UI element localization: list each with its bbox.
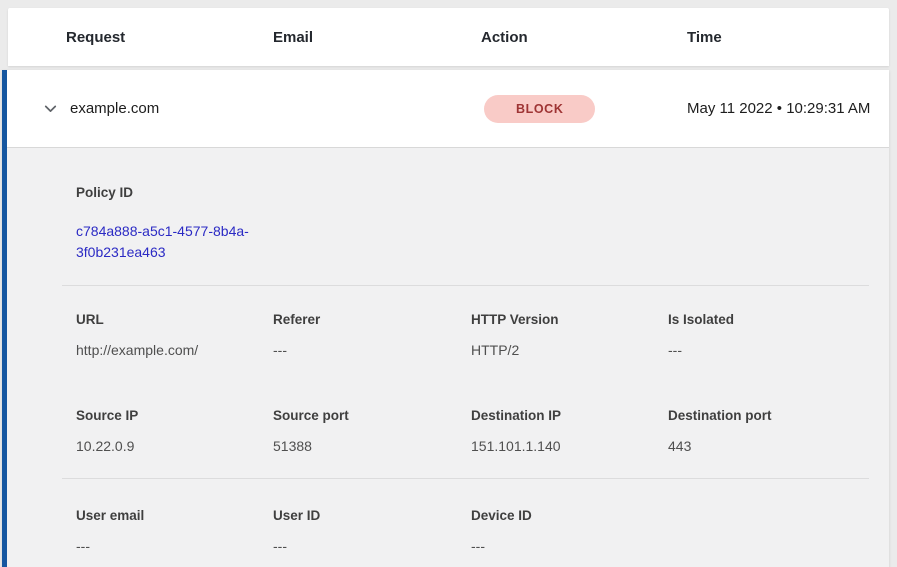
column-header-email: Email xyxy=(273,29,481,46)
network-details-row: Source IP 10.22.0.9 Source port 51388 De… xyxy=(62,408,869,455)
field-http-version: HTTP Version HTTP/2 xyxy=(471,312,668,359)
field-label: Referer xyxy=(273,312,471,328)
field-label: Source port xyxy=(273,408,471,424)
column-header-action: Action xyxy=(481,29,687,46)
timestamp: May 11 2022 • 10:29:31 AM xyxy=(682,97,889,120)
request-domain: example.com xyxy=(70,100,270,117)
field-value: --- xyxy=(273,342,471,359)
expanded-log-entry: example.com BLOCK May 11 2022 • 10:29:31… xyxy=(2,70,889,567)
field-label: Is Isolated xyxy=(668,312,869,328)
policy-id-section: Policy ID c784a888-a5c1-4577-8b4a-3f0b23… xyxy=(62,185,869,263)
field-value: 10.22.0.9 xyxy=(76,438,273,455)
log-table-header: Request Email Action Time xyxy=(8,8,889,66)
field-value: --- xyxy=(76,538,273,555)
field-is-isolated: Is Isolated --- xyxy=(668,312,869,359)
log-detail-panel: Policy ID c784a888-a5c1-4577-8b4a-3f0b23… xyxy=(7,148,889,567)
field-value: --- xyxy=(273,538,471,555)
field-label: URL xyxy=(76,312,273,328)
field-label: HTTP Version xyxy=(471,312,668,328)
policy-id-link[interactable]: c784a888-a5c1-4577-8b4a-3f0b231ea463 xyxy=(76,221,276,263)
status-badge-block: BLOCK xyxy=(484,95,595,123)
field-user-email: User email --- xyxy=(76,508,273,555)
field-value: HTTP/2 xyxy=(471,342,668,359)
field-user-id: User ID --- xyxy=(273,508,471,555)
column-header-request: Request xyxy=(66,29,273,46)
field-empty xyxy=(668,508,869,555)
field-referer: Referer --- xyxy=(273,312,471,359)
field-label: User ID xyxy=(273,508,471,524)
field-device-id: Device ID --- xyxy=(471,508,668,555)
divider xyxy=(62,478,869,479)
user-details-row: User email --- User ID --- Device ID --- xyxy=(62,508,869,555)
divider xyxy=(62,285,869,286)
field-label: Device ID xyxy=(471,508,668,524)
field-source-port: Source port 51388 xyxy=(273,408,471,455)
field-value: http://example.com/ xyxy=(76,342,273,359)
field-label: Source IP xyxy=(76,408,273,424)
http-details-row: URL http://example.com/ Referer --- HTTP… xyxy=(62,312,869,359)
field-value: --- xyxy=(668,342,869,359)
policy-id-label: Policy ID xyxy=(76,185,869,201)
field-value: --- xyxy=(471,538,668,555)
field-destination-ip: Destination IP 151.101.1.140 xyxy=(471,408,668,455)
action-cell: BLOCK xyxy=(476,95,682,123)
field-destination-port: Destination port 443 xyxy=(668,408,869,455)
column-header-time: Time xyxy=(687,29,889,46)
field-label: User email xyxy=(76,508,273,524)
chevron-down-icon[interactable] xyxy=(42,100,59,117)
log-row[interactable]: example.com BLOCK May 11 2022 • 10:29:31… xyxy=(7,70,889,148)
field-label: Destination port xyxy=(668,408,869,424)
field-value: 443 xyxy=(668,438,869,455)
field-value: 51388 xyxy=(273,438,471,455)
field-value: 151.101.1.140 xyxy=(471,438,668,455)
field-source-ip: Source IP 10.22.0.9 xyxy=(76,408,273,455)
field-label: Destination IP xyxy=(471,408,668,424)
field-url: URL http://example.com/ xyxy=(76,312,273,359)
